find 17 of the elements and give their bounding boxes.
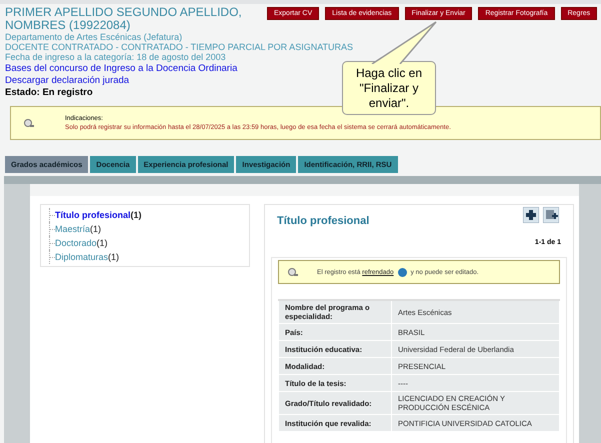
person-name: PRIMER APELLIDO SEGUNDO APELLIDO, NOMBRES (19922084) bbox=[5, 6, 243, 32]
magnifier-icon bbox=[23, 118, 35, 128]
entry-date-text: Fecha de ingreso a la categoría: 18 de agosto del 2003 bbox=[5, 52, 226, 62]
tree-item[interactable]: Título profesional(1) bbox=[55, 210, 142, 220]
add-copy-icon[interactable] bbox=[543, 207, 559, 223]
panel-title: Título profesional bbox=[277, 215, 370, 227]
tree-item[interactable]: Diplomaturas(1) bbox=[55, 252, 120, 262]
department-text: Departamento de Artes Escénicas (Jefatura) bbox=[5, 32, 182, 42]
tree-item[interactable]: Doctorado(1) bbox=[55, 238, 108, 248]
document-link[interactable]: Descargar declaración jurada bbox=[5, 75, 130, 86]
add-icon[interactable] bbox=[523, 207, 539, 223]
help-icon[interactable] bbox=[398, 268, 407, 276]
tree-item[interactable]: Maestría(1) bbox=[55, 224, 102, 234]
status-text: Estado: En registro bbox=[5, 88, 94, 98]
magnifier-icon bbox=[287, 267, 299, 277]
document-link[interactable]: Bases del concurso de Ingreso a la Docencia Ordinaria bbox=[5, 63, 238, 74]
position-text: DOCENTE CONTRATADO - CONTRATADO - TIEMPO PARCIAL POR ASIGNATURAS bbox=[5, 42, 354, 52]
